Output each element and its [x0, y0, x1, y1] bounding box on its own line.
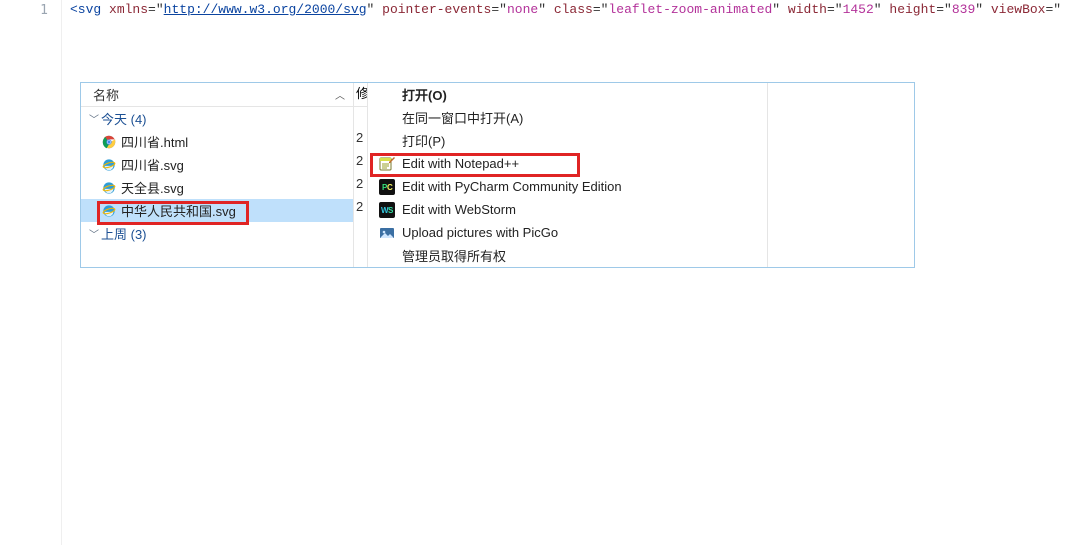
file-name: 四川省.svg — [121, 155, 184, 174]
chevron-down-icon: ﹀ — [87, 226, 101, 241]
svg-file-icon — [101, 203, 117, 219]
menu-item[interactable]: WSEdit with WebStorm — [368, 198, 767, 221]
group-label: 上周 (3) — [101, 224, 147, 243]
svg-text:C: C — [387, 183, 393, 192]
file-name: 中华人民共和国.svg — [121, 201, 236, 220]
date-cell-partial: 2 — [354, 153, 367, 176]
menu-item-label: 管理员取得所有权 — [398, 246, 755, 265]
group-last-week[interactable]: ﹀上周 (3) — [81, 222, 353, 245]
context-menu: 打开(O) 在同一窗口中打开(A) 打印(P) Edit with Notepad++… — [367, 83, 767, 267]
file-row[interactable]: 四川省.svg — [81, 153, 353, 176]
file-list-header[interactable]: 名称 ︿ — [81, 83, 353, 107]
menu-item-label: 打开(O) — [398, 85, 755, 104]
svg-file-icon — [101, 180, 117, 196]
svg-text:S: S — [388, 206, 394, 215]
menu-item-label: 在同一窗口中打开(A) — [398, 108, 755, 127]
group-today[interactable]: ﹀今天 (4) — [81, 107, 353, 130]
webstorm-icon: WS — [379, 202, 395, 218]
column-name[interactable]: 名称 — [93, 85, 275, 104]
line-number: 1 — [0, 2, 62, 18]
chevron-down-icon: ﹀ — [87, 111, 101, 126]
date-cell-partial: 2 — [354, 130, 367, 153]
sort-indicator-icon: ︿ — [335, 87, 345, 102]
menu-item[interactable]: PCEdit with PyCharm Community Edition — [368, 175, 767, 198]
menu-item[interactable]: Upload pictures with PicGo — [368, 221, 767, 244]
explorer-and-context-menu: 名称 ︿ ﹀今天 (4)四川省.html四川省.svg天全县.svg中华人民共和… — [80, 82, 915, 268]
menu-item-label: Edit with WebStorm — [398, 202, 755, 217]
menu-item[interactable]: 管理员取得所有权 — [368, 244, 767, 267]
column-date-partial: 修 2222 — [353, 83, 367, 267]
column-date-header[interactable]: 修 — [354, 83, 367, 107]
pycharm-icon: PC — [379, 179, 395, 195]
file-name: 四川省.html — [121, 132, 188, 151]
date-cell-partial: 2 — [354, 176, 367, 199]
file-row[interactable]: 中华人民共和国.svg — [81, 199, 353, 222]
file-name: 天全县.svg — [121, 178, 184, 197]
svg-file-icon — [101, 157, 117, 173]
file-row[interactable]: 天全县.svg — [81, 176, 353, 199]
code-text: <svg xmlns="http://www.w3.org/2000/svg" … — [70, 2, 1061, 17]
menu-item[interactable]: 打印(P) — [368, 129, 767, 152]
menu-item[interactable]: 在同一窗口中打开(A) — [368, 106, 767, 129]
group-label: 今天 (4) — [101, 109, 147, 128]
code-editor-line: 1 <svg xmlns="http://www.w3.org/2000/svg… — [0, 0, 1076, 22]
menu-item-label: Edit with PyCharm Community Edition — [398, 179, 755, 194]
menu-item-label: Edit with Notepad++ — [398, 156, 755, 171]
file-list-panel: 名称 ︿ ﹀今天 (4)四川省.html四川省.svg天全县.svg中华人民共和… — [81, 83, 353, 267]
notepadpp-icon — [379, 156, 395, 172]
menu-item[interactable]: 打开(O) — [368, 83, 767, 106]
blank-panel — [767, 83, 914, 267]
file-row[interactable]: 四川省.html — [81, 130, 353, 153]
menu-item-label: Upload pictures with PicGo — [398, 225, 755, 240]
menu-item-label: 打印(P) — [398, 131, 755, 150]
date-cell-partial: 2 — [354, 199, 367, 222]
picgo-icon — [379, 225, 395, 241]
chrome-icon — [101, 134, 117, 150]
menu-item[interactable]: Edit with Notepad++ — [368, 152, 767, 175]
